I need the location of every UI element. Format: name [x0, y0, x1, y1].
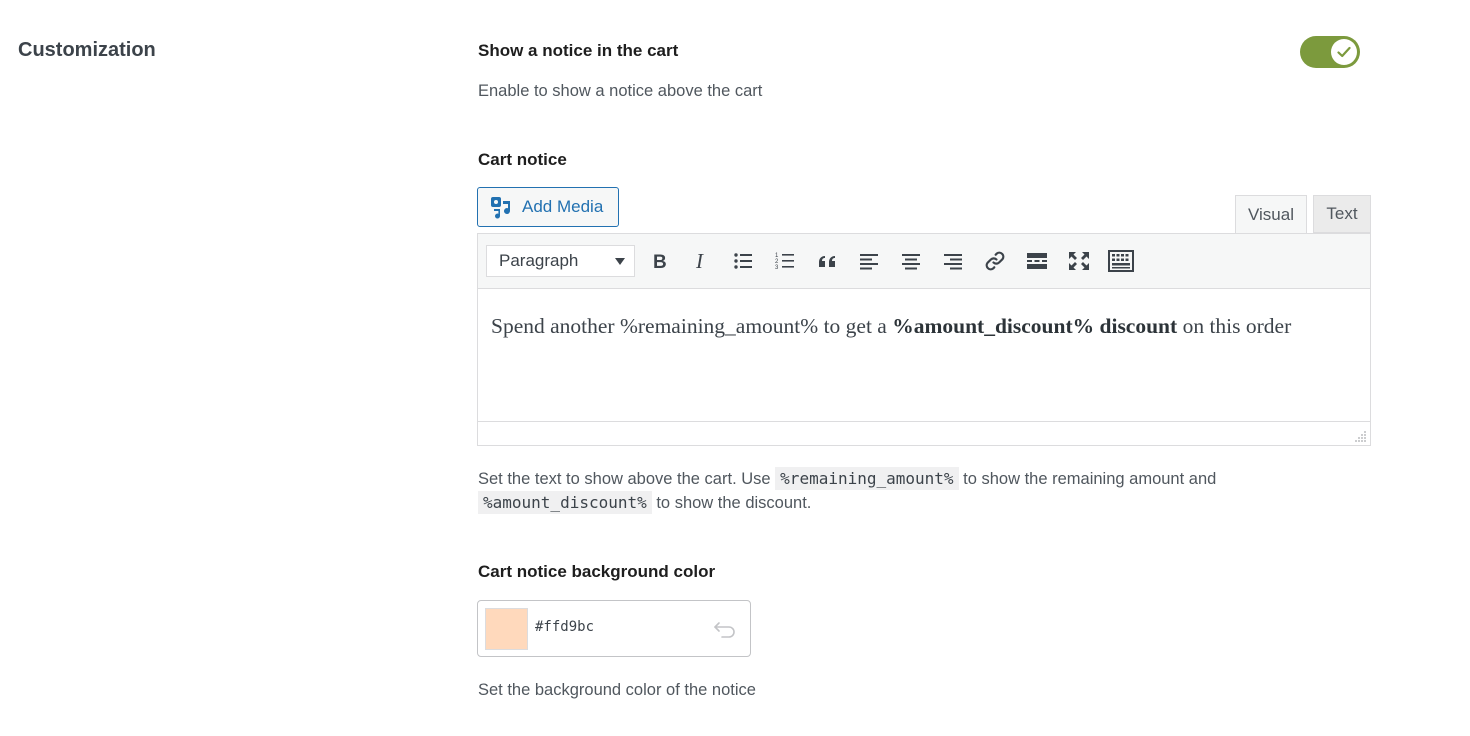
undo-icon: [714, 622, 735, 638]
fullscreen-icon: [1069, 252, 1089, 270]
content-text-1: Spend another %remaining_amount% to get …: [491, 314, 893, 338]
remaining-amount-code: %remaining_amount%: [775, 467, 959, 490]
align-center-icon: [902, 254, 920, 270]
read-more-icon: [1027, 253, 1047, 269]
bullet-list-button[interactable]: [729, 247, 757, 275]
toolbar-toggle-icon: [1108, 250, 1134, 272]
resize-handle-icon[interactable]: [1355, 430, 1367, 442]
amount-discount-code: %amount_discount%: [478, 491, 652, 514]
align-left-icon: [860, 254, 878, 270]
show-notice-label: Show a notice in the cart: [478, 41, 679, 60]
align-right-icon: [944, 254, 962, 270]
svg-text:B: B: [653, 252, 667, 271]
color-picker: [477, 600, 751, 657]
color-hex-input[interactable]: [535, 619, 675, 635]
numbered-list-button[interactable]: 123: [771, 247, 799, 275]
cart-notice-help: Set the text to show above the cart. Use…: [478, 467, 1358, 515]
content-bold-text: %amount_discount% discount: [892, 314, 1178, 338]
editor-statusbar: [478, 421, 1370, 445]
section-title: Customization: [18, 39, 156, 61]
reset-color-button[interactable]: [712, 618, 738, 640]
bold-button[interactable]: B: [645, 247, 673, 275]
background-color-description: Set the background color of the notice: [478, 681, 756, 699]
align-right-button[interactable]: [939, 247, 967, 275]
fullscreen-button[interactable]: [1065, 247, 1093, 275]
help-text-1: Set the text to show above the cart. Use: [478, 470, 776, 488]
color-swatch[interactable]: [485, 608, 528, 650]
checkmark-icon: [1337, 46, 1351, 58]
editor-content[interactable]: Spend another %remaining_amount% to get …: [478, 290, 1370, 421]
background-color-label: Cart notice background color: [478, 562, 716, 581]
svg-text:I: I: [695, 251, 704, 271]
content-text-2: on this order: [1177, 314, 1292, 338]
add-media-icon: [491, 197, 511, 219]
cart-notice-label: Cart notice: [478, 150, 567, 169]
blockquote-button[interactable]: [813, 247, 841, 275]
italic-icon: I: [695, 251, 704, 271]
svg-text:3: 3: [775, 265, 779, 271]
link-button[interactable]: [981, 247, 1009, 275]
numbered-list-icon: 123: [775, 253, 794, 271]
help-text-3: to show the discount.: [651, 494, 812, 512]
italic-button[interactable]: I: [687, 247, 715, 275]
bullet-list-icon: [734, 253, 752, 269]
link-icon: [985, 251, 1005, 271]
align-left-button[interactable]: [855, 247, 883, 275]
editor-toolbar: Paragraph B I 123: [478, 234, 1370, 289]
caret-down-icon: [615, 258, 625, 265]
blockquote-icon: [819, 256, 835, 267]
show-notice-description: Enable to show a notice above the cart: [478, 82, 763, 100]
tab-visual[interactable]: Visual: [1235, 195, 1307, 234]
help-text-2: to show the remaining amount and: [958, 470, 1217, 488]
bold-icon: B: [653, 252, 667, 271]
toggle-knob: [1331, 39, 1357, 65]
format-select-value: Paragraph: [499, 251, 579, 270]
rich-text-editor: Paragraph B I 123 Spend another %remaini…: [477, 233, 1371, 446]
add-media-button[interactable]: Add Media: [477, 187, 619, 227]
align-center-button[interactable]: [897, 247, 925, 275]
format-select[interactable]: Paragraph: [486, 245, 635, 277]
tab-text[interactable]: Text: [1313, 195, 1371, 233]
add-media-label: Add Media: [522, 197, 604, 216]
read-more-button[interactable]: [1023, 247, 1051, 275]
toolbar-toggle-button[interactable]: [1107, 247, 1135, 275]
show-notice-toggle[interactable]: [1300, 36, 1360, 68]
